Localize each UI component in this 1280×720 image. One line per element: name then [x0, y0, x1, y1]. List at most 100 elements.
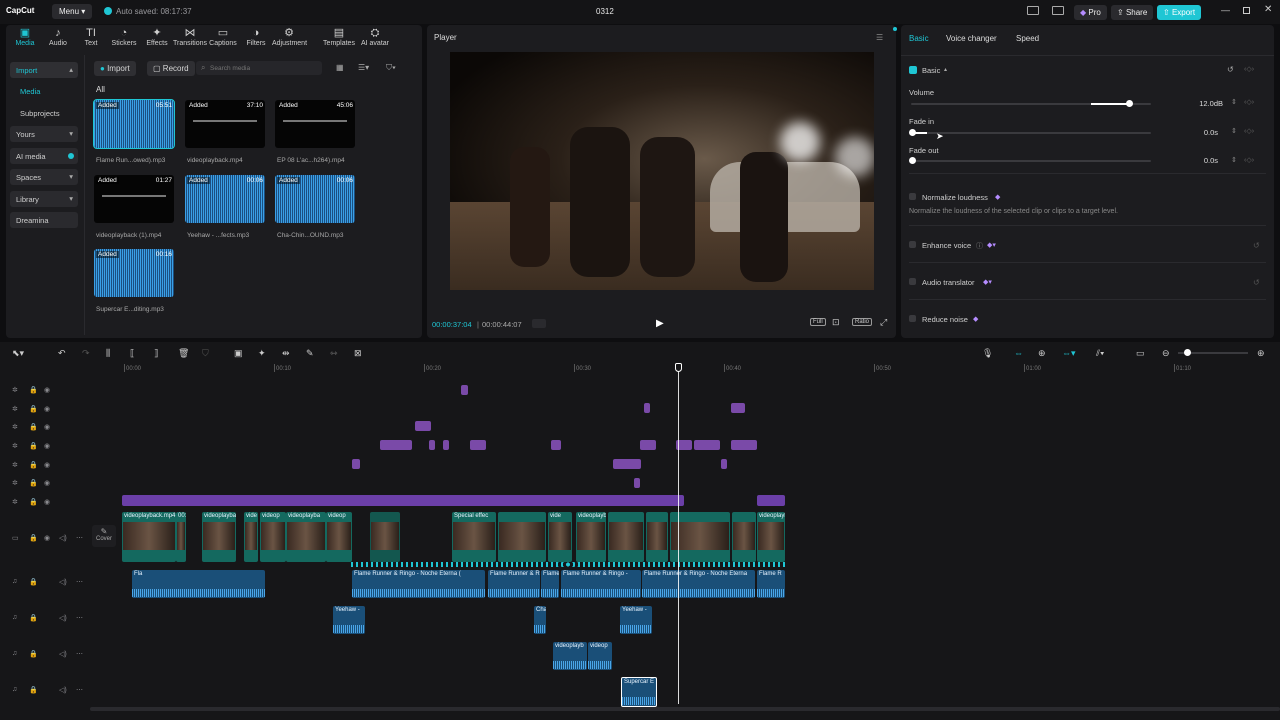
fullscreen-icon[interactable]: ⤢: [880, 317, 887, 328]
search-box[interactable]: ⌕: [196, 61, 322, 75]
keyframe-icon[interactable]: ‹◇›: [1244, 65, 1254, 73]
video-clip[interactable]: [370, 512, 400, 562]
shield-icon[interactable]: ⛉: [202, 348, 209, 359]
translator-checkbox[interactable]: [909, 278, 916, 285]
horizontal-scrollbar[interactable]: [90, 707, 1280, 711]
video-clip[interactable]: videoplayba: [202, 512, 236, 562]
caption-icon[interactable]: ▭: [1136, 348, 1145, 359]
lock-icon[interactable]: 🔒: [29, 534, 38, 542]
eye-icon[interactable]: ◉: [44, 423, 50, 431]
video-clip[interactable]: videoplayba: [286, 512, 326, 562]
lock-icon[interactable]: 🔒: [29, 442, 38, 450]
video-clip[interactable]: [608, 512, 644, 562]
tool-templates[interactable]: ▤ Templates: [322, 27, 356, 47]
layout-icon[interactable]: [1027, 6, 1039, 15]
playhead-handle[interactable]: [675, 363, 682, 372]
audio-clip[interactable]: Supercar E: [621, 677, 657, 707]
media-thumbnail[interactable]: Added 45:06: [275, 100, 355, 148]
audio-clip[interactable]: Flame Runner & Ringo - Noche Eterna: [642, 570, 755, 598]
split-icon[interactable]: ⫼: [106, 348, 110, 359]
wand-icon[interactable]: ✎: [306, 348, 314, 359]
fadein-knob[interactable]: [909, 129, 916, 136]
tool-text[interactable]: TI Text: [74, 27, 108, 47]
select-tool-icon[interactable]: ⬉▾: [12, 348, 24, 359]
play-button[interactable]: ▶: [656, 318, 664, 329]
audio-clip[interactable]: videop: [588, 642, 612, 670]
chevron-up-icon[interactable]: ▴: [944, 66, 947, 73]
sidebar-item-library[interactable]: Library ▾: [10, 191, 78, 207]
sidebar-item-dreamina[interactable]: Dreamina: [10, 212, 78, 228]
video-clip[interactable]: videoplaybac: [576, 512, 606, 562]
video-clip[interactable]: [498, 512, 546, 562]
keyframe-icon[interactable]: ‹◇›: [1244, 98, 1254, 106]
more-icon[interactable]: ⋯: [76, 534, 83, 542]
filter-clip[interactable]: [122, 495, 684, 506]
volume-knob[interactable]: [1126, 100, 1134, 107]
close-icon[interactable]: ✕: [1264, 4, 1272, 15]
tool-audio[interactable]: ♪ Audio: [41, 27, 75, 47]
filter-clip[interactable]: [757, 495, 785, 506]
audio-clip[interactable]: videoplayb: [553, 642, 587, 670]
preview-axis-icon[interactable]: ⫽▾: [1096, 348, 1104, 359]
player-menu-icon[interactable]: ☰: [876, 33, 883, 42]
effect-clip[interactable]: [694, 440, 720, 450]
effect-clip[interactable]: [470, 440, 486, 450]
effect-clip[interactable]: [380, 440, 412, 450]
crop-icon[interactable]: ⊡: [832, 317, 840, 328]
delete-icon[interactable]: 🗑: [178, 348, 189, 359]
media-thumbnail[interactable]: Added 00:06: [275, 175, 355, 223]
audio-clip[interactable]: Flame R: [757, 570, 785, 598]
media-thumbnail[interactable]: Added 37:10: [185, 100, 265, 148]
playhead[interactable]: [678, 364, 679, 704]
sidebar-item-subprojects[interactable]: Subprojects: [14, 105, 82, 121]
video-clip[interactable]: [732, 512, 756, 562]
audio-icon[interactable]: ◁): [59, 614, 67, 622]
noise-checkbox[interactable]: [909, 315, 916, 322]
sidebar-item-spaces[interactable]: Spaces ▾: [10, 169, 78, 185]
eye-icon[interactable]: ◉: [44, 479, 50, 487]
undo-icon[interactable]: ↶: [58, 348, 66, 359]
effect-clip[interactable]: [721, 459, 727, 469]
audio-icon[interactable]: ◁): [59, 534, 67, 542]
trim-left-icon[interactable]: ⟦: [130, 348, 134, 359]
minimize-icon[interactable]: —: [1221, 5, 1230, 15]
eye-icon[interactable]: ◉: [44, 534, 50, 542]
sidebar-item-import[interactable]: Import ▴: [10, 62, 78, 78]
eye-icon[interactable]: ◉: [44, 442, 50, 450]
filter-icon[interactable]: ⛉▾: [386, 63, 396, 73]
effect-clip[interactable]: [640, 440, 656, 450]
lock-icon[interactable]: 🔒: [29, 479, 38, 487]
lock-icon[interactable]: 🔒: [29, 423, 38, 431]
snap-icon[interactable]: ⊕: [1038, 348, 1046, 359]
volume-slider[interactable]: [911, 103, 1151, 105]
audio-clip[interactable]: Yeehaw -: [620, 606, 652, 634]
maximize-icon[interactable]: [1243, 7, 1250, 14]
share-button[interactable]: ⇪ Share: [1111, 5, 1154, 20]
tab-basic[interactable]: Basic: [909, 34, 929, 43]
more-icon[interactable]: ⋯: [76, 578, 83, 586]
magnet-icon[interactable]: ⇔▾: [1062, 348, 1076, 359]
video-clip[interactable]: [646, 512, 668, 562]
tab-voice-changer[interactable]: Voice changer: [946, 34, 997, 43]
media-thumbnail[interactable]: Added 05:51: [93, 99, 175, 149]
video-clip[interactable]: vide: [244, 512, 258, 562]
fadein-slider[interactable]: [911, 132, 1151, 134]
basic-checkbox[interactable]: [909, 66, 917, 74]
tool-effects[interactable]: ✦ Effects: [140, 27, 174, 47]
audio-clip[interactable]: Cha: [534, 606, 546, 634]
tool-stickers[interactable]: ◔ Stickers: [107, 27, 141, 47]
full-quality-button[interactable]: Full: [810, 318, 826, 326]
keyframe-icon[interactable]: ‹◇›: [1244, 127, 1254, 135]
eye-icon[interactable]: ◉: [44, 461, 50, 469]
tab-speed[interactable]: Speed: [1016, 34, 1039, 43]
normalize-checkbox[interactable]: [909, 193, 916, 200]
magic-icon[interactable]: ✦: [258, 348, 266, 359]
video-clip[interactable]: vide: [548, 512, 572, 562]
crop-icon[interactable]: ⊠: [354, 348, 362, 359]
export-button[interactable]: ⇧ Export: [1157, 5, 1202, 20]
more-icon[interactable]: ⋯: [76, 650, 83, 658]
reset-icon[interactable]: ↺: [1253, 278, 1260, 287]
lock-icon[interactable]: 🔒: [29, 686, 38, 694]
fadeout-value[interactable]: 0.0s: [1182, 156, 1218, 165]
lock-icon[interactable]: 🔒: [29, 461, 38, 469]
